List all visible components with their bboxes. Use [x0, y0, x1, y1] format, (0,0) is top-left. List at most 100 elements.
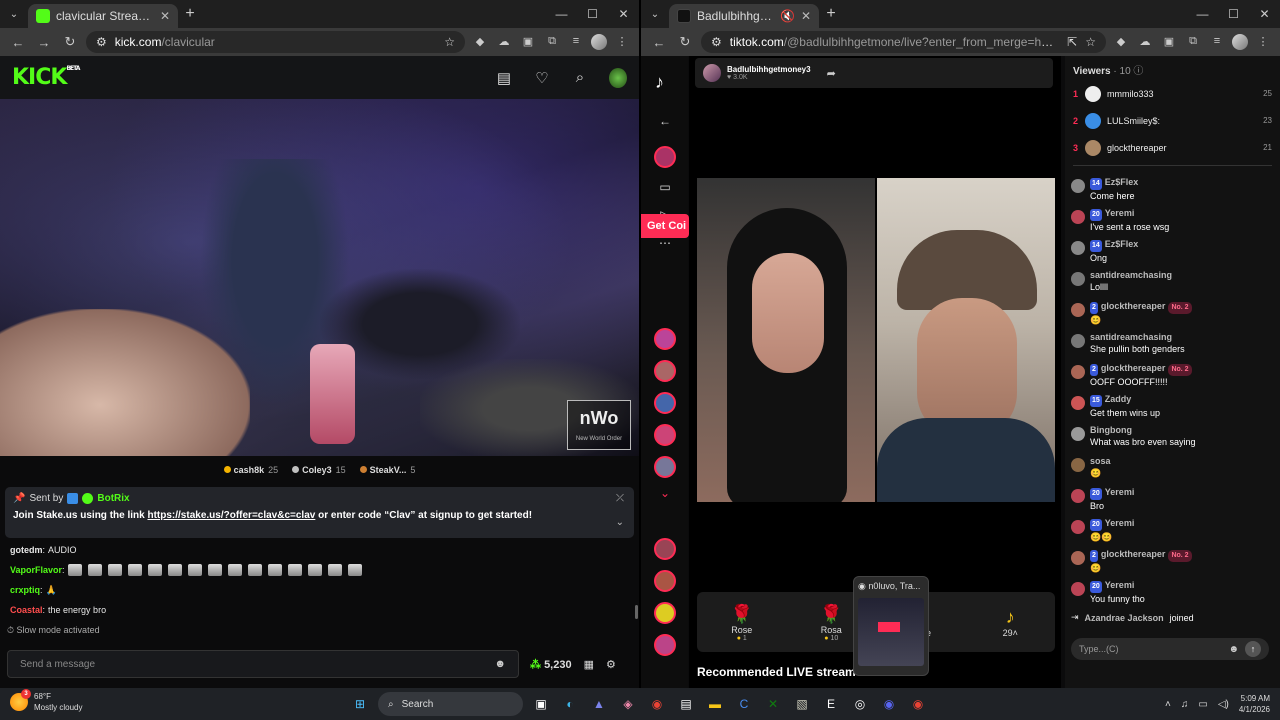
- task-view-icon[interactable]: ▣: [530, 693, 552, 715]
- top-gifter[interactable]: Coley3 15: [292, 465, 346, 475]
- profile-avatar[interactable]: [1232, 34, 1248, 50]
- top-viewer-row[interactable]: 3 glockthereaper 21: [1065, 134, 1280, 161]
- user-avatar[interactable]: [609, 67, 627, 88]
- discord-icon[interactable]: ◉: [878, 693, 900, 715]
- close-tab-icon[interactable]: ✕: [801, 9, 811, 23]
- heart-icon[interactable]: ♡: [533, 69, 551, 87]
- bookmark-star-icon[interactable]: ☆: [1085, 35, 1096, 49]
- extension-icon[interactable]: ☁: [495, 35, 513, 49]
- comment-user[interactable]: 2 glockthereaper No. 2: [1090, 548, 1192, 562]
- extension-icon[interactable]: ▣: [519, 35, 537, 49]
- live-avatar[interactable]: [654, 328, 676, 350]
- chrome-icon[interactable]: ◉: [646, 693, 668, 715]
- chat-username[interactable]: Coastal: [10, 605, 43, 615]
- new-tab-button[interactable]: +: [178, 5, 202, 23]
- guest-video-pane[interactable]: [697, 178, 875, 502]
- comment-user[interactable]: 15 Zaddy: [1090, 393, 1160, 407]
- joined-user[interactable]: Azandrae Jackson: [1085, 613, 1164, 623]
- address-bar[interactable]: ⚙ tiktok.com/@badlulbihhgetmone/live?ent…: [701, 31, 1106, 53]
- xbox-icon[interactable]: ✕: [762, 693, 784, 715]
- commenter-avatar[interactable]: [1071, 210, 1085, 224]
- top-gifter[interactable]: cash8k 25: [223, 465, 278, 475]
- gift-icon[interactable]: ▦: [584, 658, 594, 671]
- extension-icon[interactable]: ◆: [1112, 35, 1130, 49]
- following-icon[interactable]: ▤: [495, 69, 513, 87]
- weather-widget[interactable]: 3 68°F Mostly cloudy: [10, 689, 82, 713]
- commenter-avatar[interactable]: [1071, 303, 1085, 317]
- store-icon[interactable]: ▤: [675, 693, 697, 715]
- pinned-message[interactable]: 📌 Sent by BotRix ⤫ Join Stake.us using t…: [5, 487, 634, 538]
- commenter-avatar[interactable]: [1071, 489, 1085, 503]
- close-window-button[interactable]: ✕: [608, 7, 639, 21]
- live-avatar[interactable]: [654, 424, 676, 446]
- extensions-puzzle-icon[interactable]: ⧉: [1184, 35, 1202, 49]
- gift-item[interactable]: ♪ 29˄: [984, 606, 1036, 638]
- more-icon[interactable]: ⋯: [656, 236, 674, 250]
- commenter-avatar[interactable]: [1071, 365, 1085, 379]
- settings-gear-icon[interactable]: ⚙: [606, 658, 616, 671]
- kick-logo[interactable]: KICKBETA: [12, 65, 80, 90]
- live-avatar[interactable]: [654, 392, 676, 414]
- guest-video-pane[interactable]: [877, 178, 1055, 502]
- commenter-avatar[interactable]: [1071, 179, 1085, 193]
- extension-icon[interactable]: ☁: [1136, 35, 1154, 49]
- network-icon[interactable]: ▭: [1198, 699, 1207, 710]
- close-tab-icon[interactable]: ✕: [160, 9, 170, 23]
- commenter-avatar[interactable]: [1071, 458, 1085, 472]
- browser-menu-icon[interactable]: ⋮: [613, 35, 631, 49]
- comment-user[interactable]: 2 glockthereaper No. 2: [1090, 362, 1192, 376]
- teams-icon[interactable]: ▲: [588, 693, 610, 715]
- mute-tab-icon[interactable]: 🔇: [780, 9, 795, 23]
- copilot-icon[interactable]: ◈: [617, 693, 639, 715]
- comment-input[interactable]: Type...(C) ☻ ↑: [1071, 638, 1269, 660]
- send-message-input[interactable]: Send a message ☻: [7, 650, 519, 678]
- tab-tiktok[interactable]: Badlulbihhgetmoney3 (@b 🔇 ✕: [669, 4, 819, 28]
- reload-button[interactable]: ↻: [60, 34, 80, 50]
- close-window-button[interactable]: ✕: [1249, 7, 1280, 21]
- commenter-avatar[interactable]: [1071, 582, 1085, 596]
- live-avatar[interactable]: [654, 456, 676, 478]
- chrome-icon[interactable]: ◉: [907, 693, 929, 715]
- profile-avatar[interactable]: [591, 34, 607, 50]
- video-camera-icon[interactable]: ▭: [656, 180, 674, 194]
- send-arrow-icon[interactable]: ↑: [1245, 641, 1261, 657]
- top-viewer-row[interactable]: 2 LULSmiiley$: 23: [1065, 107, 1280, 134]
- volume-icon[interactable]: ◁): [1218, 699, 1229, 710]
- comment-user[interactable]: 20 Yeremi: [1090, 517, 1134, 531]
- comment-user[interactable]: 20 Yeremi: [1090, 486, 1134, 500]
- search-icon[interactable]: ⌕: [571, 69, 589, 86]
- back-button[interactable]: ←: [649, 35, 669, 50]
- epic-games-icon[interactable]: E: [820, 693, 842, 715]
- channel-points[interactable]: ⁂ 5,230: [530, 658, 572, 671]
- extension-icon[interactable]: ▣: [1160, 35, 1178, 49]
- comment-user[interactable]: 14 Ez$Flex: [1090, 176, 1138, 190]
- edge-icon[interactable]: ◐: [559, 693, 581, 715]
- bot-name[interactable]: BotRix: [97, 493, 129, 504]
- commenter-avatar[interactable]: [1071, 427, 1085, 441]
- chat-username[interactable]: crxptiq: [10, 585, 40, 595]
- live-avatar[interactable]: [654, 146, 676, 168]
- windows-start-icon[interactable]: ⊞: [349, 693, 371, 715]
- gift-item[interactable]: 🌹 Rose ● 1: [716, 603, 768, 642]
- back-button[interactable]: ←: [8, 35, 28, 50]
- emoji-icon[interactable]: ☻: [1228, 644, 1239, 655]
- tiktok-logo-icon[interactable]: ♪: [655, 72, 664, 93]
- comment-user[interactable]: 2 glockthereaper No. 2: [1090, 300, 1192, 314]
- share-arrow-icon[interactable]: ➦: [827, 67, 836, 80]
- taskbar-search[interactable]: ⌕ Search: [378, 692, 523, 716]
- comment-user[interactable]: Bingbong: [1090, 424, 1196, 436]
- forward-button[interactable]: →: [34, 35, 54, 50]
- minimize-button[interactable]: —: [1187, 7, 1218, 21]
- pinned-link[interactable]: https://stake.us/?offer=clav&c=clav: [147, 510, 315, 521]
- address-bar[interactable]: ⚙ kick.com/clavicular ☆: [86, 31, 465, 53]
- taskbar-thumbnail-preview[interactable]: ◉ n0luvo, Tra...: [853, 576, 929, 676]
- browser-menu-icon[interactable]: ⋮: [1254, 35, 1272, 49]
- live-avatar[interactable]: [654, 538, 676, 560]
- chevron-down-icon[interactable]: ⌄: [656, 486, 674, 500]
- maximize-button[interactable]: ☐: [1218, 7, 1249, 21]
- comment-user[interactable]: sosa: [1090, 455, 1111, 467]
- chevron-down-icon[interactable]: ⌄: [616, 517, 624, 528]
- unpin-icon[interactable]: ⤫: [616, 493, 624, 504]
- app-icon[interactable]: ▧: [791, 693, 813, 715]
- steam-icon[interactable]: ◎: [849, 693, 871, 715]
